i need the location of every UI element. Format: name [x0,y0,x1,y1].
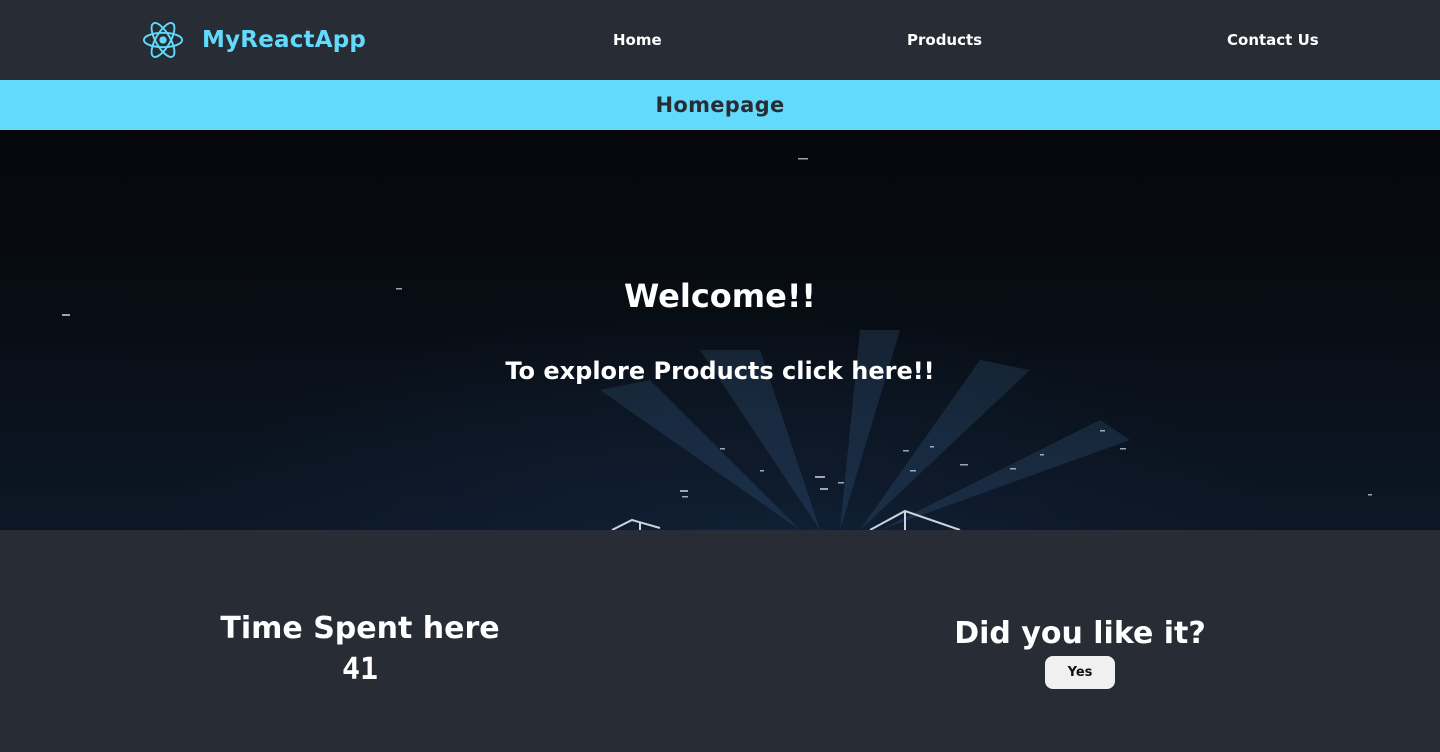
brand-link[interactable]: MyReactApp [140,16,366,64]
navbar: MyReactApp Home Products Contact Us [0,0,1440,80]
nav-link-products[interactable]: Products [907,30,982,50]
nav-link-contact-us[interactable]: Contact Us [1227,30,1319,50]
brand-name: MyReactApp [202,27,367,53]
explore-products-link[interactable]: To explore Products click here!! [505,357,934,385]
page-title: Homepage [655,93,785,117]
time-spent-panel: Time Spent here 41 [160,610,560,688]
time-spent-counter: 41 [341,652,379,687]
yes-button[interactable]: Yes [1045,656,1115,689]
page-title-bar: Homepage [0,80,1440,130]
time-spent-title: Time Spent here [220,611,500,646]
welcome-heading: Welcome!! [623,277,816,315]
feedback-panel: Did you like it? Yes [880,616,1280,689]
hero-banner: Welcome!! To explore Products click here… [0,130,1440,530]
hero-background-image [62,158,1372,530]
explore-products-text: To explore Products click here!! [0,356,1440,386]
feedback-question: Did you like it? [954,616,1206,651]
stats-section: Time Spent here 41 Did you like it? Yes [0,530,1440,752]
react-atom-icon [142,22,184,58]
nav-link-home[interactable]: Home [613,30,662,50]
